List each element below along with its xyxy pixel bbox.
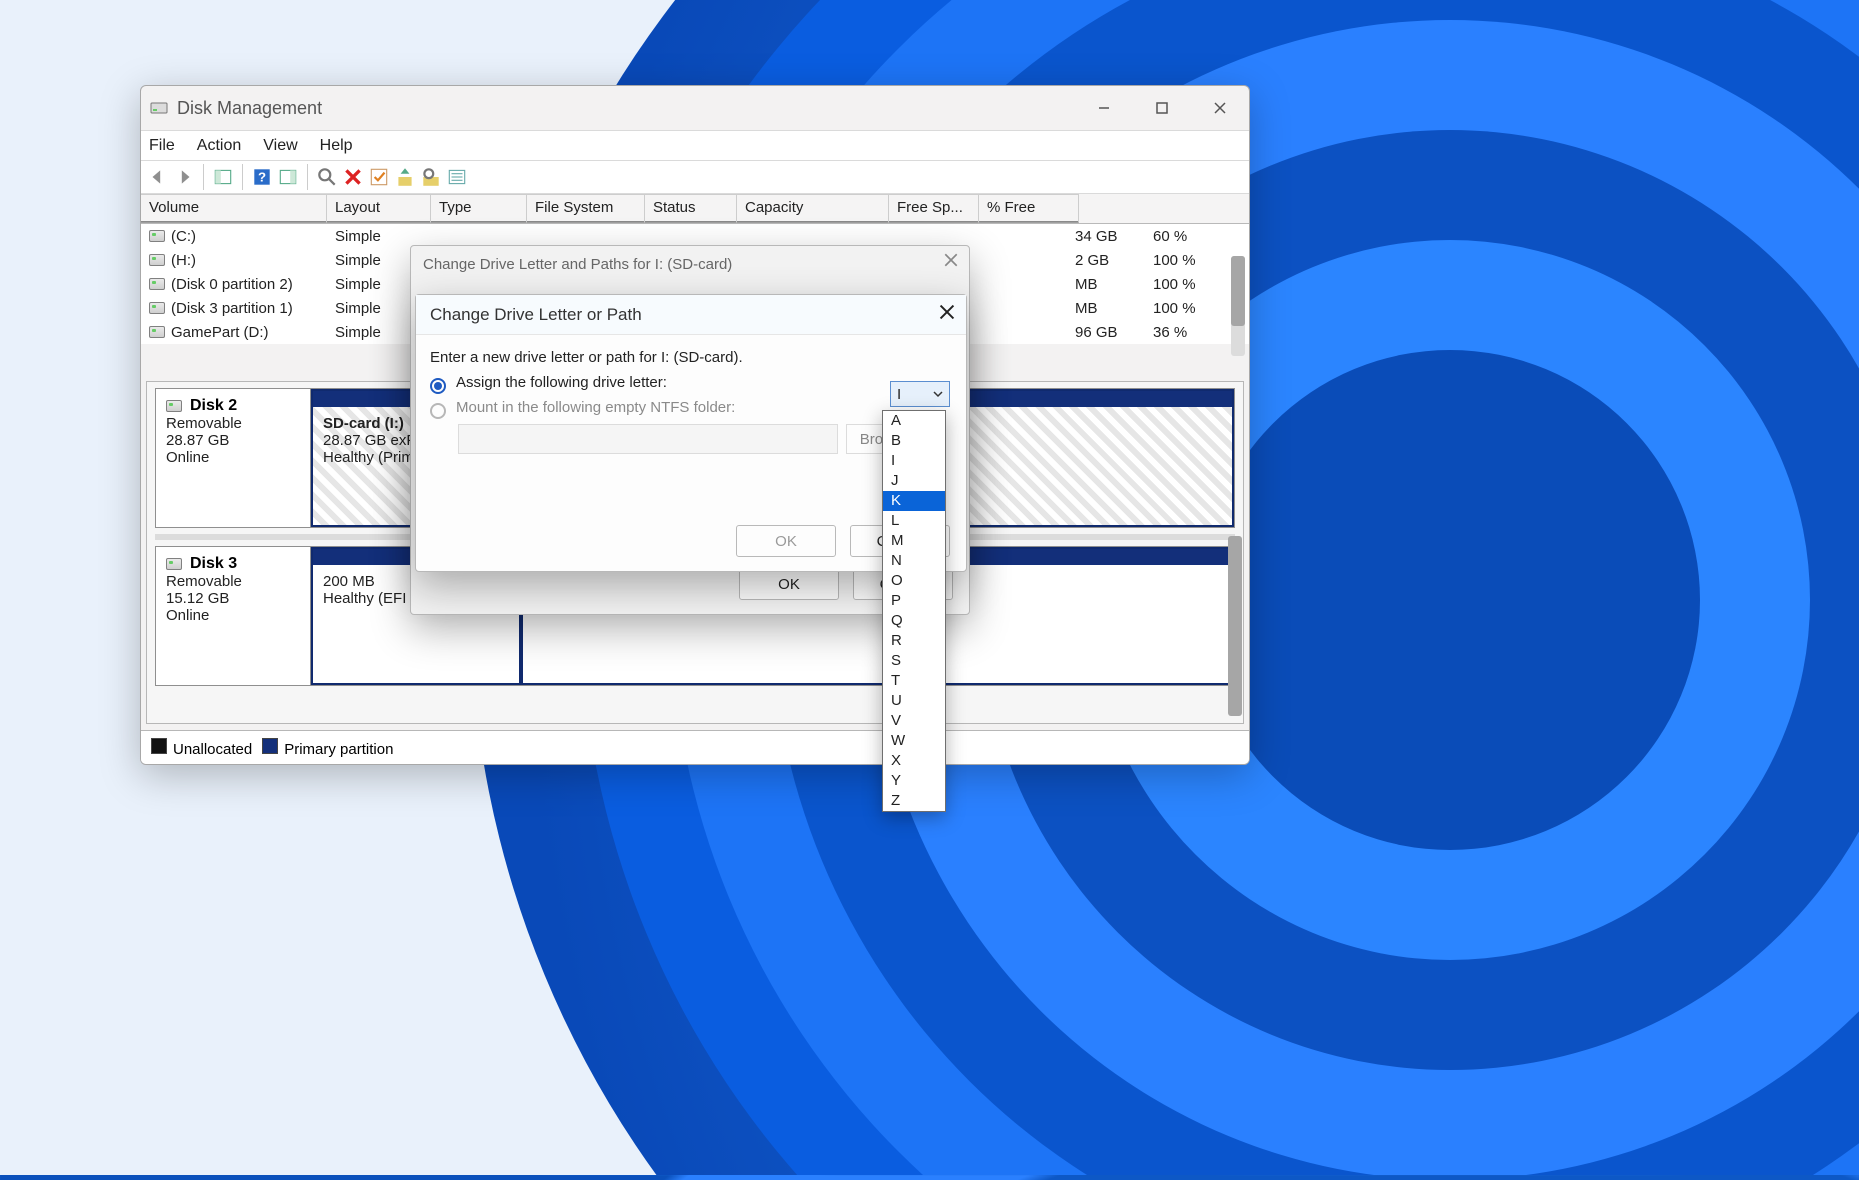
dropdown-option[interactable]: I: [883, 451, 945, 471]
disk-icon: [166, 400, 182, 412]
column-freesp[interactable]: Free Sp...: [889, 194, 979, 223]
drive-letter-combo[interactable]: I: [890, 381, 950, 407]
dialog2-ok-button[interactable]: OK: [736, 525, 836, 557]
disk-icon: [149, 278, 165, 290]
radio-assign-letter[interactable]: [430, 378, 446, 394]
dropdown-option[interactable]: W: [883, 731, 945, 751]
label-mount-folder: Mount in the following empty NTFS folder…: [456, 399, 735, 416]
dropdown-option[interactable]: N: [883, 551, 945, 571]
panel2-icon[interactable]: [277, 166, 299, 188]
column-volume[interactable]: Volume: [141, 194, 327, 223]
app-icon: [149, 98, 169, 118]
dropdown-option[interactable]: L: [883, 511, 945, 531]
dropdown-option[interactable]: S: [883, 651, 945, 671]
help-icon[interactable]: ?: [251, 166, 273, 188]
dropdown-option[interactable]: A: [883, 411, 945, 431]
disk-icon: [149, 302, 165, 314]
panel-icon[interactable]: [212, 166, 234, 188]
menu-view[interactable]: View: [263, 137, 297, 155]
dropdown-option[interactable]: R: [883, 631, 945, 651]
disk-icon: [149, 326, 165, 338]
radio-mount-folder[interactable]: [430, 403, 446, 419]
legend-unallocated: Unallocated: [173, 741, 252, 758]
disk-icon: [149, 254, 165, 266]
svg-text:?: ?: [258, 169, 266, 184]
volume-columns: VolumeLayoutTypeFile SystemStatusCapacit…: [141, 194, 1249, 224]
maximize-button[interactable]: [1133, 86, 1191, 130]
menu-help[interactable]: Help: [320, 137, 353, 155]
disk-scrollbar[interactable]: [1228, 536, 1242, 756]
dropdown-option[interactable]: Y: [883, 771, 945, 791]
window-title: Disk Management: [177, 98, 322, 119]
column-capacity[interactable]: Capacity: [737, 194, 889, 223]
delete-icon[interactable]: [342, 166, 364, 188]
dialog1-title: Change Drive Letter and Paths for I: (SD…: [423, 256, 732, 273]
dialog1-close-icon[interactable]: [943, 252, 959, 272]
drive-letter-dropdown[interactable]: ABIJKLMNOPQRSTUVWXYZ: [882, 410, 946, 812]
menubar: File Action View Help: [141, 130, 1249, 160]
search2-icon[interactable]: [420, 166, 442, 188]
forward-icon[interactable]: [173, 166, 195, 188]
dialog2-prompt: Enter a new drive letter or path for I: …: [430, 349, 952, 366]
combo-value: I: [897, 386, 901, 403]
list-icon[interactable]: [446, 166, 468, 188]
dropdown-option[interactable]: Z: [883, 791, 945, 811]
dropdown-option[interactable]: T: [883, 671, 945, 691]
minimize-button[interactable]: [1075, 86, 1133, 130]
dropdown-option[interactable]: X: [883, 751, 945, 771]
close-button[interactable]: [1191, 86, 1249, 130]
column-free[interactable]: % Free: [979, 194, 1079, 223]
volume-scrollbar[interactable]: [1231, 256, 1245, 356]
column-status[interactable]: Status: [645, 194, 737, 223]
back-icon[interactable]: [147, 166, 169, 188]
search-icon[interactable]: [316, 166, 338, 188]
check-icon[interactable]: [368, 166, 390, 188]
dropdown-option[interactable]: O: [883, 571, 945, 591]
dialog1-ok-button[interactable]: OK: [739, 568, 839, 600]
dropdown-option[interactable]: U: [883, 691, 945, 711]
menu-file[interactable]: File: [149, 137, 175, 155]
dropdown-option[interactable]: B: [883, 431, 945, 451]
dialog2-title: Change Drive Letter or Path: [430, 305, 642, 325]
column-type[interactable]: Type: [431, 194, 527, 223]
dropdown-option[interactable]: Q: [883, 611, 945, 631]
dropdown-option[interactable]: V: [883, 711, 945, 731]
column-filesystem[interactable]: File System: [527, 194, 645, 223]
dropdown-option[interactable]: M: [883, 531, 945, 551]
dialog2-close-icon[interactable]: [938, 303, 956, 326]
legend-footer: Unallocated Primary partition: [141, 730, 1249, 764]
disk-icon: [149, 230, 165, 242]
menu-action[interactable]: Action: [197, 137, 241, 155]
dropdown-option[interactable]: K: [883, 491, 945, 511]
disk-icon: [166, 558, 182, 570]
toolbar: ?: [141, 160, 1249, 194]
dropdown-option[interactable]: J: [883, 471, 945, 491]
label-assign-letter: Assign the following drive letter:: [456, 374, 667, 391]
upload-icon[interactable]: [394, 166, 416, 188]
mount-path-input: [458, 424, 838, 454]
column-layout[interactable]: Layout: [327, 194, 431, 223]
titlebar[interactable]: Disk Management: [141, 86, 1249, 130]
legend-primary: Primary partition: [284, 741, 393, 758]
dropdown-option[interactable]: P: [883, 591, 945, 611]
